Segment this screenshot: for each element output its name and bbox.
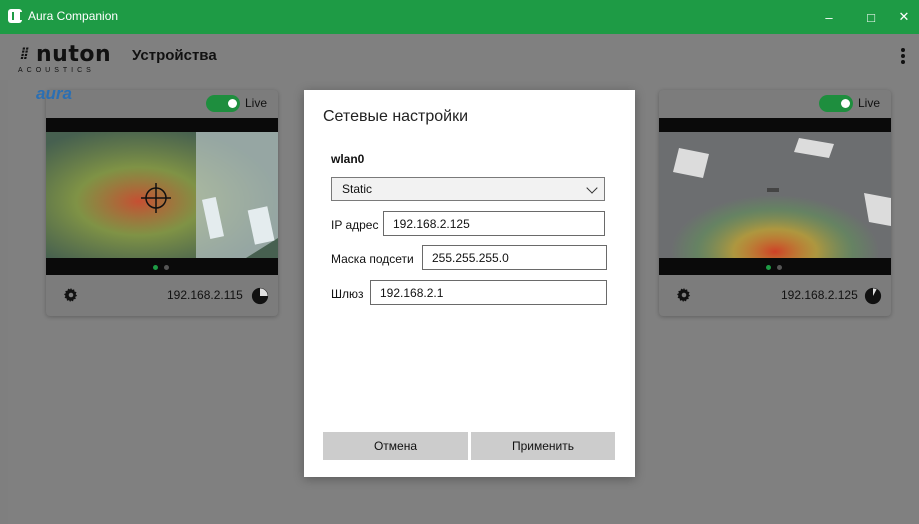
gear-icon[interactable]: [64, 288, 78, 302]
video-bottom-bar: [46, 258, 278, 275]
logo-mark-icon: ⁞⁞: [20, 46, 29, 63]
page-title: Устройства: [132, 47, 217, 64]
camera-image: [46, 132, 278, 258]
device-brand: aura: [36, 84, 72, 103]
camera-feed[interactable]: [659, 118, 891, 275]
logo-subtitle: ACOUSTICS: [18, 67, 95, 74]
subnet-mask-field[interactable]: 255.255.255.0: [422, 245, 607, 270]
video-bottom-bar: [659, 258, 891, 275]
close-button[interactable]: ✕: [889, 0, 919, 34]
ip-address-value: 192.168.2.125: [393, 217, 470, 231]
gear-icon[interactable]: [677, 288, 691, 302]
page-dot-active[interactable]: [766, 265, 771, 270]
title-bar: Aura Companion – □ ✕: [0, 0, 919, 34]
subnet-mask-value: 255.255.255.0: [432, 251, 509, 265]
battery-pie-icon: [251, 287, 269, 305]
battery-pie-icon: [864, 287, 882, 305]
chevron-down-icon: [586, 182, 598, 194]
page-dot[interactable]: [164, 265, 169, 270]
cancel-button[interactable]: Отмена: [323, 432, 468, 460]
page-dot[interactable]: [777, 265, 782, 270]
live-label: Live: [245, 96, 268, 110]
gateway-value: 192.168.2.1: [380, 286, 444, 300]
app-icon: [8, 9, 22, 23]
nuton-logo: ⁞⁞ nuton ACOUSTICS: [18, 42, 118, 76]
app-header: ⁞⁞ nuton ACOUSTICS Устройства: [0, 34, 919, 80]
gateway-label: Шлюз: [331, 287, 364, 301]
camera-feed[interactable]: [46, 118, 278, 275]
logo-word: nuton: [36, 42, 112, 67]
network-settings-dialog: Сетевые настройки wlan0 Static IP адрес …: [304, 90, 635, 477]
interface-label: wlan0: [331, 152, 365, 166]
mode-select-value: Static: [342, 182, 373, 196]
more-menu-icon[interactable]: [897, 46, 909, 66]
gateway-field[interactable]: 192.168.2.1: [370, 280, 607, 305]
camera-image: [659, 132, 891, 258]
window-title: Aura Companion: [28, 9, 119, 23]
mode-select[interactable]: Static: [331, 177, 605, 201]
live-toggle[interactable]: [206, 95, 240, 112]
live-label: Live: [858, 96, 881, 110]
device-card[interactable]: aura Live 192.168.2.115: [36, 84, 278, 316]
mask-label: Маска подсети: [331, 252, 414, 266]
minimize-button[interactable]: –: [811, 0, 847, 34]
live-toggle[interactable]: [819, 95, 853, 112]
page-dot-active[interactable]: [153, 265, 158, 270]
device-ip: 192.168.2.115: [167, 288, 243, 302]
dialog-title: Сетевые настройки: [323, 108, 469, 125]
device-ip: 192.168.2.125: [781, 288, 858, 302]
ip-label: IP адрес: [331, 218, 379, 232]
ip-address-field[interactable]: 192.168.2.125: [383, 211, 605, 236]
apply-button[interactable]: Применить: [471, 432, 615, 460]
maximize-button[interactable]: □: [853, 0, 889, 34]
device-card[interactable]: Live 192.168.2.125: [659, 90, 891, 316]
